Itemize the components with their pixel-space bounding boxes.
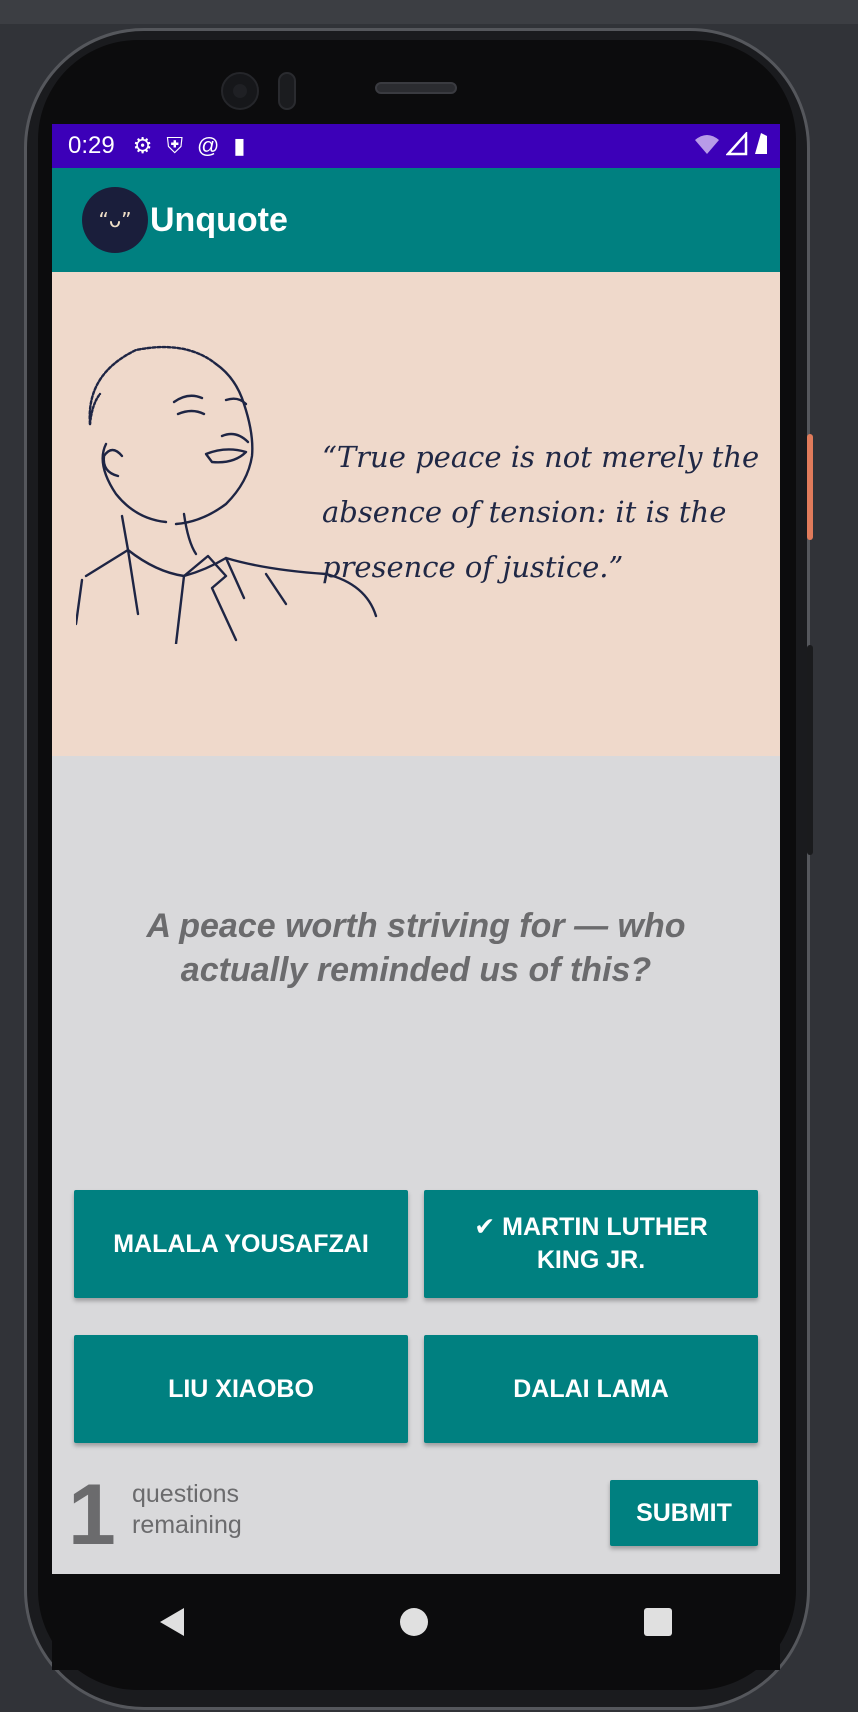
recents-icon[interactable] (644, 1608, 672, 1636)
status-time: 0:29 (68, 132, 115, 159)
question-text: A peace worth striving for — who actuall… (146, 907, 686, 989)
power-button[interactable] (807, 434, 813, 540)
answer-button-1[interactable]: MALALA YOUSAFZAI (74, 1190, 408, 1298)
proximity-sensor (278, 72, 296, 110)
volume-button[interactable] (807, 645, 813, 855)
device-screen: 0:29 ⚙ ⛨ @ ▮ “ᴗ” Unquote “True peace is … (52, 124, 780, 1574)
submit-button[interactable]: SUBMIT (610, 1480, 758, 1546)
sd-card-icon: ▮ (233, 133, 246, 158)
answer-button-2[interactable]: ✔ MARTIN LUTHER KING JR. (424, 1190, 758, 1298)
status-left-icons: ⚙ ⛨ @ ▮ (133, 133, 246, 159)
questions-remaining-count: 1 (68, 1467, 116, 1563)
signal-icon (725, 130, 748, 163)
back-icon[interactable] (160, 1608, 184, 1636)
answer-button-3[interactable]: LIU XIAOBO (74, 1335, 408, 1443)
host-top-bar (0, 0, 858, 24)
status-right-icons (694, 130, 768, 163)
system-nav-bar (52, 1574, 780, 1670)
at-icon: @ (196, 133, 220, 158)
remaining-label-line2: remaining (132, 1511, 242, 1539)
questions-remaining-label: questions remaining (132, 1479, 242, 1541)
quote-hero: “True peace is not merely the absence of… (52, 272, 780, 756)
battery-icon (754, 132, 768, 163)
front-camera (221, 72, 259, 110)
app-title: Unquote (150, 200, 288, 239)
remaining-label-line1: questions (132, 1480, 240, 1508)
app-logo: “ᴗ” (82, 187, 148, 253)
gear-icon: ⚙ (132, 133, 153, 158)
status-bar: 0:29 ⚙ ⛨ @ ▮ (52, 124, 780, 168)
app-bar: “ᴗ” Unquote (52, 168, 780, 272)
home-icon[interactable] (400, 1608, 428, 1636)
earpiece-speaker (375, 82, 457, 94)
wifi-icon (694, 132, 720, 163)
quote-text: “True peace is not merely the absence of… (322, 440, 760, 584)
shield-icon: ⛨ (166, 133, 183, 158)
answer-button-4[interactable]: DALAI LAMA (424, 1335, 758, 1443)
